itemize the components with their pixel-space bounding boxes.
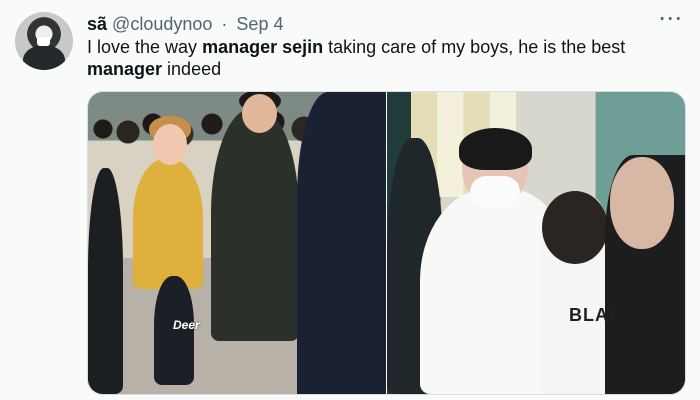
dark-hair [459,128,532,170]
manager-face [242,94,277,133]
tweet-text-part: indeed [162,59,222,79]
tweet-header: sã @cloudynoo · Sep 4 [87,12,647,36]
tweet-media-grid[interactable]: Deer BLAC [87,91,686,395]
yellow-jacket-person [133,159,203,289]
right-face [610,157,674,249]
fan-hair [542,191,608,264]
left-photo[interactable]: Deer [88,92,386,394]
tweet-text-bold-name: manager sejin [202,37,324,57]
profile-avatar[interactable] [15,12,73,70]
foreground-coat [297,92,386,394]
right-photo[interactable]: BLAC [387,92,685,394]
tweet-date[interactable]: Sep 4 [236,14,283,34]
face [153,124,187,165]
more-options-icon[interactable]: ⋯ [655,7,683,36]
avatar-shoulders [23,45,65,70]
tweet-text-part: I love the way [87,37,203,57]
face-mask [470,176,520,208]
manager-figure [211,109,299,341]
avatar-mask [37,37,50,46]
tweet-card[interactable]: sã @cloudynoo · Sep 4 ⋯ I love the way m… [0,0,700,400]
display-name[interactable]: sã [87,14,107,34]
shirt-print: BLAC [569,305,623,325]
separator-dot: · [221,14,228,34]
photo-watermark: Deer [173,318,200,332]
left-dark-figure [88,168,123,394]
tweet-text: I love the way manager sejin taking care… [87,36,667,80]
username-handle[interactable]: @cloudynoo [112,14,212,34]
tweet-text-bold-word: manager [87,59,163,79]
tweet-text-part: taking care of my boys, he is the best [323,37,626,57]
